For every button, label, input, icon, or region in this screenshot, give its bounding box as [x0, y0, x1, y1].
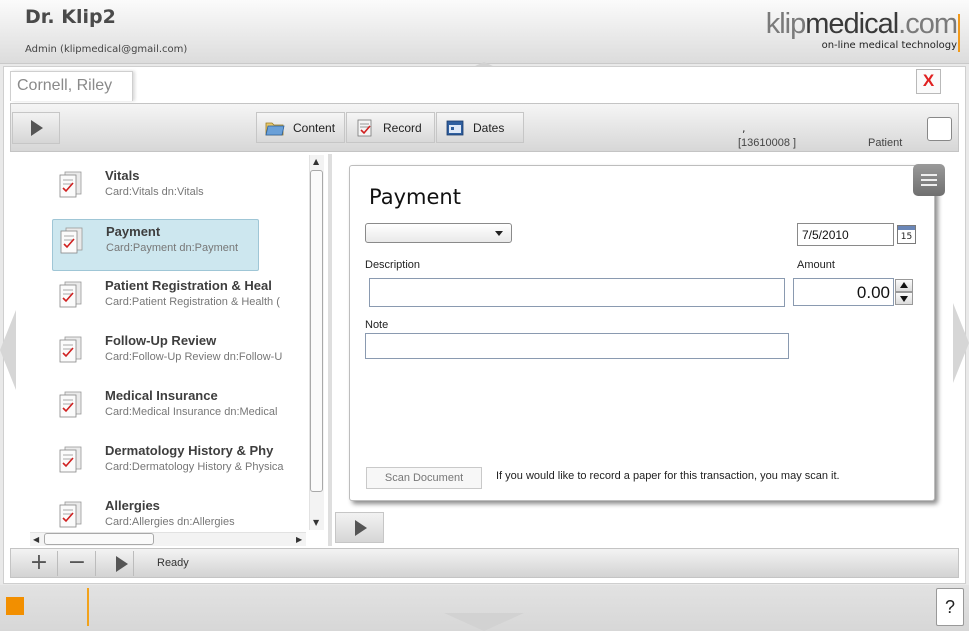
card-list-item[interactable]: Medical Insurance Card:Medical Insurance …: [52, 384, 277, 436]
card-list-item-title: Payment: [106, 224, 161, 239]
card-list-item-subtitle: Card:Vitals dn:Vitals: [105, 186, 204, 198]
current-user: Admin (klipmedical@gmail.com): [25, 44, 188, 55]
dates-button-label: Dates: [473, 121, 505, 135]
card-list-item[interactable]: Dermatology History & Phy Card:Dermatolog…: [52, 439, 284, 491]
tab-patient-label: Cornell, Riley: [17, 77, 113, 94]
logo-klip: klip: [765, 8, 807, 40]
logo-accent-bar: [958, 14, 960, 52]
content-button[interactable]: Content: [256, 112, 345, 143]
status-indicator[interactable]: [6, 597, 24, 615]
patient-label: Patient: [868, 137, 903, 149]
previous-arrow-icon[interactable]: [0, 310, 16, 390]
date-picker-icon[interactable]: 15: [897, 225, 916, 244]
card-list-item-title: Allergies: [105, 498, 160, 513]
patient-name-placeholder: ,: [742, 122, 746, 135]
card-list-item-subtitle: Card:Patient Registration & Health (: [105, 296, 280, 308]
payment-type-select[interactable]: [365, 223, 512, 243]
play-icon: [31, 120, 43, 136]
close-button[interactable]: X: [916, 69, 941, 94]
record-id: [13610008 ]: [738, 137, 797, 149]
amount-field[interactable]: 0.00: [793, 278, 894, 306]
dates-button[interactable]: Dates: [436, 112, 524, 143]
play-icon: [116, 556, 128, 572]
remove-button[interactable]: −: [59, 551, 96, 576]
logo: klipmedical.com: [765, 8, 958, 41]
scan-hint-text: If you would like to record a paper for …: [496, 470, 840, 482]
stepper-up-button[interactable]: [895, 279, 913, 292]
toolbar-play-button[interactable]: [12, 112, 60, 144]
stepper-down-button[interactable]: [895, 292, 913, 305]
card-list-item-title: Patient Registration & Heal: [105, 278, 272, 293]
next-arrow-icon[interactable]: [953, 303, 969, 383]
card-list-item-title: Dermatology History & Phy: [105, 443, 274, 458]
scroll-left-icon[interactable]: ◀: [33, 535, 39, 544]
scroll-up-icon[interactable]: ▲: [313, 157, 319, 166]
card-list-item[interactable]: Allergies Card:Allergies dn:Allergies: [52, 494, 259, 530]
logo-medical: medical: [805, 8, 899, 40]
folder-icon: [265, 122, 285, 136]
description-field[interactable]: [369, 278, 785, 307]
amount-stepper[interactable]: [895, 279, 913, 305]
card-list-item-title: Follow-Up Review: [105, 333, 217, 348]
card-list-item-title: Medical Insurance: [105, 388, 218, 403]
card-title: Payment: [369, 185, 461, 209]
scroll-down-icon[interactable]: ▼: [313, 518, 319, 527]
status-text: Ready: [157, 557, 189, 569]
card-list-item-subtitle: Card:Allergies dn:Allergies: [105, 516, 235, 528]
panel-splitter[interactable]: [328, 154, 332, 546]
scan-document-button[interactable]: Scan Document: [366, 467, 482, 489]
card-document-icon: [59, 171, 82, 198]
menu-icon-line: [921, 184, 937, 186]
amount-label: Amount: [797, 259, 835, 271]
tab-patient[interactable]: Cornell, Riley: [10, 71, 133, 101]
date-field[interactable]: 7/5/2010: [797, 223, 894, 246]
card-document-icon: [59, 336, 82, 363]
card-document-icon: [59, 391, 82, 418]
list-vertical-scroll-thumb[interactable]: [310, 170, 323, 492]
add-button[interactable]: +: [21, 551, 58, 576]
content-button-label: Content: [293, 121, 336, 135]
card-list-item[interactable]: Follow-Up Review Card:Follow-Up Review dn…: [52, 329, 282, 381]
play-icon: [355, 520, 367, 536]
card-list-item[interactable]: Patient Registration & Heal Card:Patient …: [52, 274, 280, 326]
record-button-label: Record: [383, 121, 422, 135]
card-document-icon: [59, 501, 82, 528]
card-list-item-subtitle: Card:Medical Insurance dn:Medical: [105, 406, 278, 418]
card-document-icon: [59, 446, 82, 473]
patient-checkbox[interactable]: [927, 117, 952, 141]
logo-com: .com: [898, 8, 958, 40]
card-menu-button[interactable]: [913, 164, 945, 196]
card-list-item-subtitle: Card:Payment dn:Payment: [106, 242, 239, 254]
menu-icon: [921, 174, 937, 176]
logo-tagline: on-line medical technology: [821, 40, 957, 51]
record-button[interactable]: Record: [346, 112, 435, 143]
calendar-icon: [446, 120, 464, 136]
help-button[interactable]: ?: [936, 588, 964, 626]
card-play-button[interactable]: [335, 512, 384, 543]
card-list-item[interactable]: Payment Card:Payment dn:Payment: [52, 219, 259, 271]
expand-down-icon[interactable]: [444, 613, 524, 631]
menu-icon-line: [921, 179, 937, 181]
footer-divider: [87, 588, 89, 626]
status-play-button[interactable]: [97, 551, 134, 576]
chevron-down-icon: [495, 231, 503, 236]
note-label: Note: [365, 319, 389, 331]
list-horizontal-scroll-thumb[interactable]: [44, 533, 154, 545]
card-list-item[interactable]: Vitals Card:Vitals dn:Vitals: [52, 164, 259, 216]
card-document-icon: [59, 281, 82, 308]
record-icon: [357, 119, 372, 137]
note-field[interactable]: [365, 333, 789, 359]
card-list-item-subtitle: Card:Follow-Up Review dn:Follow-U: [105, 351, 283, 363]
card-document-icon: [60, 227, 83, 254]
card-list-item-subtitle: Card:Dermatology History & Physica: [105, 461, 284, 473]
status-bar: [10, 548, 959, 578]
scroll-right-icon[interactable]: ▶: [296, 535, 302, 544]
app-title: Dr. Klip2: [25, 6, 116, 28]
description-label: Description: [365, 259, 421, 271]
card-list-item-title: Vitals: [105, 168, 140, 183]
